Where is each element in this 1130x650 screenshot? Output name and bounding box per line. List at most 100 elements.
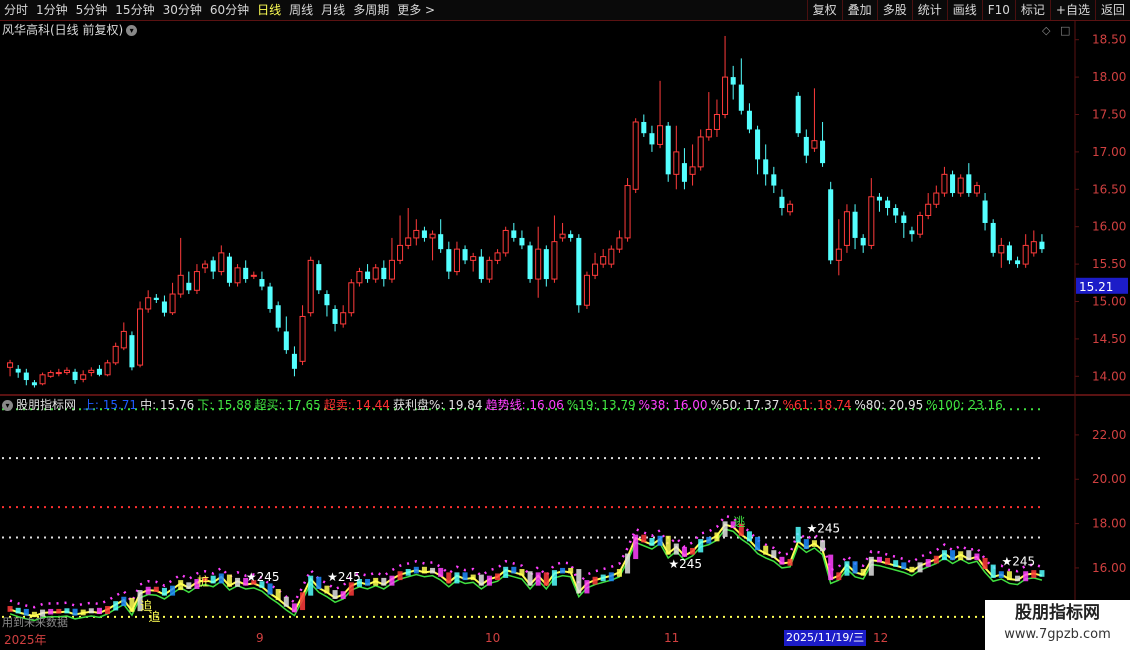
ind-bar-103 (844, 561, 850, 576)
candle-body-59 (486, 259, 493, 280)
action-button-3[interactable]: 统计 (911, 0, 947, 20)
period-tab-4[interactable]: 30分钟 (159, 0, 206, 20)
ind-bar-1 (15, 607, 21, 614)
price-tick-label-5: 16.00 (1092, 220, 1126, 234)
ind-bar-34 (283, 596, 289, 607)
candle-body-113 (925, 203, 932, 216)
candle-body-75 (616, 237, 623, 250)
candle-body-112 (917, 214, 924, 235)
ind-bar-118 (966, 550, 972, 561)
ind-bar-61 (503, 566, 509, 578)
action-button-1[interactable]: 叠加 (841, 0, 877, 20)
candle-body-37 (307, 259, 314, 314)
ind-bar-65 (535, 572, 541, 586)
period-tab-10[interactable]: 更多 > (393, 0, 439, 20)
time-axis: 2025年 9 10 11 12 (0, 630, 1075, 650)
candle-body-60 (494, 252, 501, 261)
ind-bar-79 (649, 537, 655, 546)
ind-bar-26 (218, 573, 224, 584)
action-button-8[interactable]: 返回 (1094, 0, 1130, 20)
signal-label-8: 追 (140, 598, 152, 613)
candle-body-20 (169, 293, 176, 314)
ind-bar-110 (901, 562, 907, 570)
period-tab-9[interactable]: 多周期 (349, 0, 393, 20)
candle-body-84 (689, 166, 696, 175)
period-tab-8[interactable]: 月线 (317, 0, 349, 20)
candle-body-40 (332, 308, 338, 324)
action-button-2[interactable]: 多股 (876, 0, 912, 20)
ind-bar-98 (803, 539, 809, 550)
candle-body-19 (161, 301, 167, 313)
indicator-value-0: 上: 15.71 (82, 398, 138, 412)
action-button-5[interactable]: F10 (981, 0, 1015, 20)
ind-bar-109 (893, 560, 899, 567)
ind-bar-11 (96, 607, 102, 615)
ind-bar-78 (641, 534, 647, 543)
indicator-chart[interactable]: 22.00 20.00 18.00 16.00 追 桩 ★245 ★245 ★245 逃 ★245 ★… (0, 395, 1130, 630)
candle-body-66 (543, 249, 549, 280)
ind-bar-74 (608, 572, 614, 582)
candle-body-105 (860, 237, 866, 246)
ind-bar-116 (950, 550, 956, 561)
candle-body-115 (941, 173, 948, 194)
ind-tick-label-1: 20.00 (1092, 472, 1126, 486)
action-button-4[interactable]: 画线 (946, 0, 982, 20)
ind-bar-13 (113, 601, 119, 611)
time-label-sep: 9 (256, 631, 264, 645)
ind-bar-86 (706, 536, 712, 544)
candle-body-114 (933, 192, 940, 205)
ind-bar-119 (974, 553, 980, 561)
period-tab-1[interactable]: 1分钟 (32, 0, 72, 20)
action-buttons: 复权 叠加 多股 统计 画线 F10 标记 +自选 返回 (806, 0, 1130, 20)
ind-bar-101 (828, 554, 834, 581)
action-button-0[interactable]: 复权 (806, 0, 842, 20)
ind-bar-59 (486, 575, 492, 586)
ind-bar-67 (551, 570, 557, 586)
period-tab-2[interactable]: 5分钟 (72, 0, 112, 20)
ind-bar-35 (291, 603, 297, 613)
candle-body-15 (129, 335, 135, 368)
period-tab-5[interactable]: 60分钟 (206, 0, 253, 20)
period-tab-7[interactable]: 周线 (285, 0, 317, 20)
candle-body-88 (722, 76, 729, 115)
action-button-6[interactable]: 标记 (1014, 0, 1050, 20)
candle-body-67 (551, 241, 558, 280)
candle-body-91 (746, 110, 752, 130)
collapse-icon[interactable]: ▾ (2, 400, 13, 411)
candle-body-73 (600, 256, 607, 265)
ind-bar-47 (389, 575, 395, 586)
time-label-dec: 12 (873, 631, 889, 645)
candle-body-97 (795, 95, 801, 134)
ind-bar-115 (941, 550, 947, 561)
candle-body-13 (112, 345, 119, 364)
ind-bar-126 (1031, 570, 1037, 578)
ind-bar-70 (576, 569, 582, 594)
candle-body-43 (356, 271, 363, 284)
action-button-7[interactable]: +自选 (1049, 0, 1095, 20)
ind-bar-99 (811, 540, 817, 547)
candle-body-18 (153, 297, 159, 301)
candle-body-78 (641, 121, 647, 134)
ind-bar-41 (340, 591, 346, 599)
indicator-value-7: %19: 13.79 (566, 398, 636, 412)
period-tab-0[interactable]: 分时 (0, 0, 32, 20)
candle-body-2 (23, 372, 29, 381)
ind-bar-108 (885, 557, 891, 565)
candle-body-126 (1030, 241, 1037, 254)
ind-bar-7 (64, 608, 70, 614)
ind-bar-39 (324, 585, 330, 594)
ind-bar-17 (145, 586, 151, 595)
candle-body-72 (592, 263, 599, 276)
candle-body-98 (803, 136, 809, 156)
candle-body-0 (7, 362, 14, 368)
price-chart[interactable]: 18.50 18.00 17.50 17.00 16.50 16.00 15.50 15.00… (0, 21, 1130, 395)
ind-bar-94 (771, 550, 777, 558)
ind-bar-53 (438, 567, 444, 577)
candle-body-85 (697, 136, 704, 168)
candle-body-77 (632, 121, 639, 190)
period-tab-3[interactable]: 15分钟 (111, 0, 158, 20)
ind-bar-81 (665, 535, 671, 555)
period-tab-6[interactable]: 日线 (253, 0, 285, 20)
ind-bar-54 (446, 572, 452, 584)
candle-body-49 (405, 237, 412, 246)
